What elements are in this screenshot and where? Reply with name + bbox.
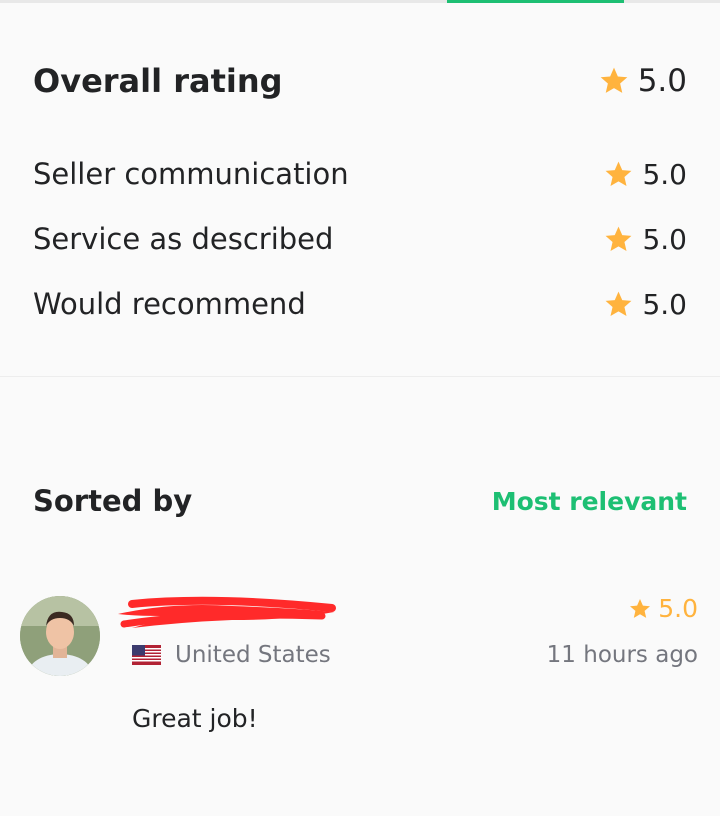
- rating-score: 5.0: [603, 288, 687, 321]
- avatar-image: [20, 596, 100, 676]
- rating-score: 5.0: [603, 223, 687, 256]
- review-timestamp: 11 hours ago: [546, 642, 698, 668]
- us-flag-icon: [132, 645, 161, 665]
- overall-rating-score: 5.0: [598, 63, 687, 99]
- rating-value: 5.0: [642, 287, 687, 321]
- star-icon: [606, 161, 632, 186]
- review-card: United States 5.0 11 hours ago Great job…: [0, 590, 720, 760]
- rating-score: 5.0: [603, 158, 687, 191]
- reviewer-country: United States: [132, 642, 331, 668]
- section-divider: [0, 376, 720, 377]
- review-comment: Great job!: [132, 704, 258, 733]
- overall-rating-row: Overall rating 5.0: [33, 58, 687, 104]
- redacted-username: [118, 596, 336, 628]
- rating-label: Would recommend: [33, 287, 306, 321]
- rating-value: 5.0: [642, 157, 687, 191]
- star-icon: [630, 598, 651, 618]
- avatar[interactable]: [20, 596, 100, 676]
- sort-option-button[interactable]: Most relevant: [492, 487, 687, 516]
- rating-label: Seller communication: [33, 157, 349, 191]
- rating-label: Service as described: [33, 222, 334, 256]
- rating-row-service-as-described: Service as described 5.0: [33, 217, 687, 261]
- review-score-value: 5.0: [658, 594, 698, 623]
- star-icon: [600, 67, 628, 93]
- rating-row-would-recommend: Would recommend 5.0: [33, 282, 687, 326]
- review-score: 5.0: [628, 594, 698, 623]
- rating-row-seller-communication: Seller communication 5.0: [33, 152, 687, 196]
- sort-row: Sorted by Most relevant: [33, 478, 687, 524]
- overall-rating-value: 5.0: [637, 63, 687, 99]
- country-name: United States: [175, 642, 331, 668]
- star-icon: [606, 226, 632, 251]
- overall-rating-label: Overall rating: [33, 62, 283, 100]
- star-icon: [606, 291, 632, 316]
- rating-breakdown: Overall rating 5.0 Seller communication …: [0, 0, 720, 376]
- rating-value: 5.0: [642, 222, 687, 256]
- sort-label: Sorted by: [33, 484, 193, 518]
